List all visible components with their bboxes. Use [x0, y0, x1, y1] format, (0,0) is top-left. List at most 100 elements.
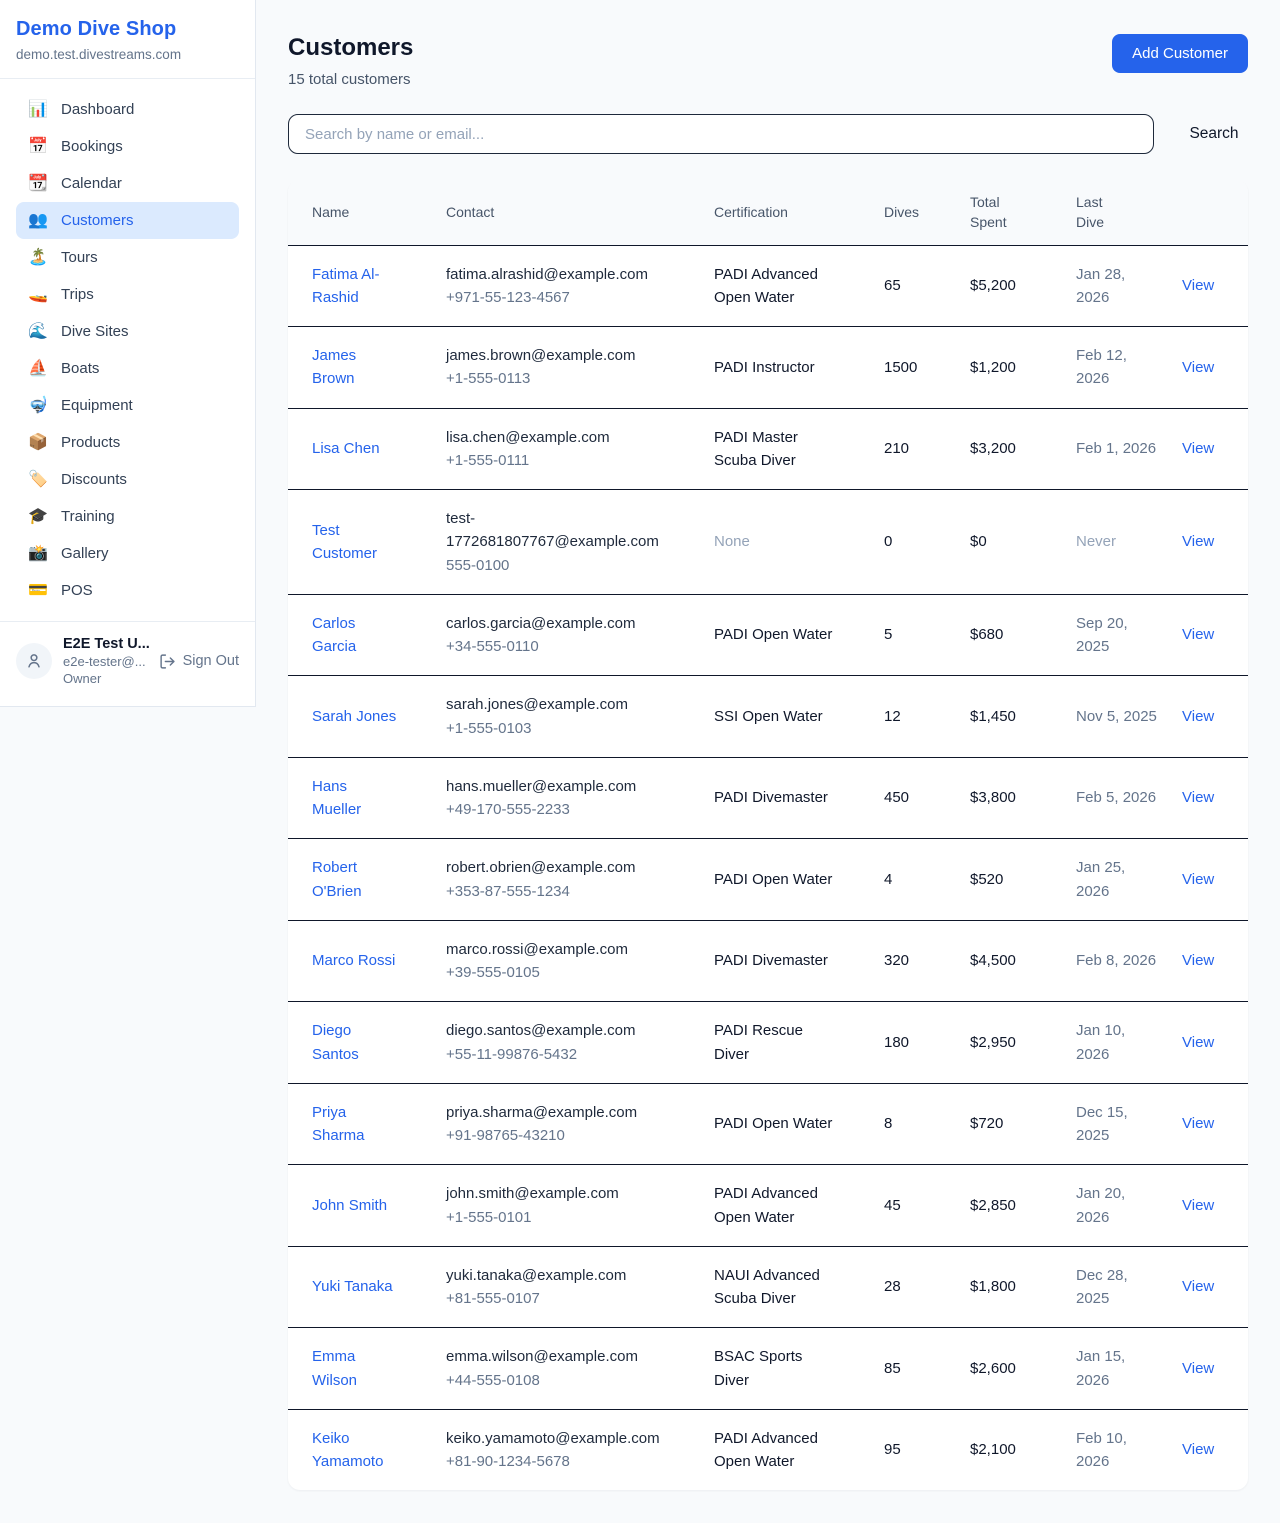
sidebar-item-label: Dashboard [61, 101, 134, 118]
sidebar-item-customers[interactable]: 👥Customers [16, 202, 239, 239]
sidebar-item-boats[interactable]: ⛵Boats [16, 350, 239, 387]
view-link[interactable]: View [1182, 789, 1214, 806]
customer-phone: +81-555-0107 [446, 1287, 690, 1310]
sign-out-label: Sign Out [183, 653, 239, 669]
view-link[interactable]: View [1182, 626, 1214, 643]
customer-last-dive: Feb 5, 2026 [1064, 757, 1170, 839]
shop-domain: demo.test.divestreams.com [16, 47, 239, 62]
table-row: Emma Wilson emma.wilson@example.com +44-… [288, 1328, 1248, 1410]
sidebar-item-pos[interactable]: 💳POS [16, 572, 239, 609]
sidebar-item-products[interactable]: 📦Products [16, 424, 239, 461]
customer-dives: 8 [872, 1083, 958, 1165]
sidebar-item-training[interactable]: 🎓Training [16, 498, 239, 535]
view-link[interactable]: View [1182, 533, 1214, 550]
customer-last-dive: Jan 25, 2026 [1064, 839, 1170, 921]
customer-total-spent: $720 [958, 1083, 1064, 1165]
customer-phone: +34-555-0110 [446, 635, 690, 658]
customer-name-link[interactable]: Lisa Chen [312, 437, 380, 460]
customer-certification: BSAC Sports Diver [714, 1345, 838, 1392]
user-info: E2E Test U... e2e-tester@... Owner [63, 636, 148, 686]
table-row: Test Customer test-1772681807767@example… [288, 490, 1248, 595]
view-link[interactable]: View [1182, 359, 1214, 376]
customer-certification: PADI Divemaster [714, 786, 828, 809]
customer-name-link[interactable]: Robert O'Brien [312, 856, 398, 903]
sidebar-item-label: POS [61, 582, 93, 599]
view-link[interactable]: View [1182, 1197, 1214, 1214]
customer-phone: +81-90-1234-5678 [446, 1450, 690, 1473]
customer-dives: 12 [872, 676, 958, 758]
customers-table: Name Contact Certification Dives Total S… [288, 180, 1248, 1490]
customer-phone: +1-555-0111 [446, 449, 690, 472]
sidebar-item-tours[interactable]: 🏝️Tours [16, 239, 239, 276]
customer-name-link[interactable]: Keiko Yamamoto [312, 1427, 398, 1474]
sidebar-item-label: Bookings [61, 138, 123, 155]
customer-name-link[interactable]: Hans Mueller [312, 775, 398, 822]
customer-count: 15 total customers [288, 71, 413, 88]
speedboat-icon: 🚤 [28, 287, 48, 303]
customer-email: test-1772681807767@example.com [446, 507, 666, 554]
sidebar-item-dashboard[interactable]: 📊Dashboard [16, 91, 239, 128]
customer-total-spent: $5,200 [958, 245, 1064, 327]
customer-name-link[interactable]: Test Customer [312, 519, 398, 566]
customer-certification: NAUI Advanced Scuba Diver [714, 1264, 838, 1311]
customer-name-link[interactable]: Diego Santos [312, 1019, 398, 1066]
customer-email: fatima.alrashid@example.com [446, 263, 666, 286]
view-link[interactable]: View [1182, 871, 1214, 888]
customer-phone: +1-555-0101 [446, 1206, 690, 1229]
view-link[interactable]: View [1182, 277, 1214, 294]
customer-dives: 320 [872, 920, 958, 1002]
customer-name-link[interactable]: Fatima Al-Rashid [312, 263, 398, 310]
sidebar-item-equipment[interactable]: 🤿Equipment [16, 387, 239, 424]
customer-last-dive: Dec 28, 2025 [1064, 1246, 1170, 1328]
customer-total-spent: $3,800 [958, 757, 1064, 839]
customer-certification: PADI Advanced Open Water [714, 1182, 838, 1229]
add-customer-button[interactable]: Add Customer [1112, 34, 1248, 73]
sidebar-item-dive-sites[interactable]: 🌊Dive Sites [16, 313, 239, 350]
customer-last-dive: Jan 10, 2026 [1064, 1002, 1170, 1084]
customer-dives: 450 [872, 757, 958, 839]
view-link[interactable]: View [1182, 1360, 1214, 1377]
sidebar-item-label: Dive Sites [61, 323, 129, 340]
sidebar-item-bookings[interactable]: 📅Bookings [16, 128, 239, 165]
customer-name-link[interactable]: Carlos Garcia [312, 612, 398, 659]
sidebar-item-discounts[interactable]: 🏷️Discounts [16, 461, 239, 498]
customer-email: emma.wilson@example.com [446, 1345, 666, 1368]
view-link[interactable]: View [1182, 1441, 1214, 1458]
search-input[interactable] [288, 114, 1154, 154]
view-link[interactable]: View [1182, 708, 1214, 725]
customer-name-link[interactable]: John Smith [312, 1194, 387, 1217]
sidebar-item-gallery[interactable]: 📸Gallery [16, 535, 239, 572]
customer-name-link[interactable]: Emma Wilson [312, 1345, 398, 1392]
view-link[interactable]: View [1182, 440, 1214, 457]
table-row: John Smith john.smith@example.com +1-555… [288, 1165, 1248, 1247]
customer-last-dive: Feb 1, 2026 [1064, 408, 1170, 490]
customer-name-link[interactable]: Marco Rossi [312, 949, 395, 972]
sidebar-item-label: Equipment [61, 397, 133, 414]
view-link[interactable]: View [1182, 1278, 1214, 1295]
customer-name-link[interactable]: Priya Sharma [312, 1101, 398, 1148]
customer-name-link[interactable]: James Brown [312, 344, 398, 391]
customer-certification: PADI Instructor [714, 356, 815, 379]
customer-dives: 210 [872, 408, 958, 490]
sidebar-item-trips[interactable]: 🚤Trips [16, 276, 239, 313]
column-header-dives: Dives [872, 180, 958, 245]
customer-name-link[interactable]: Sarah Jones [312, 705, 396, 728]
package-icon: 📦 [28, 435, 48, 451]
customer-last-dive: Feb 8, 2026 [1064, 920, 1170, 1002]
customer-name-link[interactable]: Yuki Tanaka [312, 1275, 393, 1298]
view-link[interactable]: View [1182, 1034, 1214, 1051]
sidebar-item-label: Gallery [61, 545, 109, 562]
customer-phone: +353-87-555-1234 [446, 880, 690, 903]
customer-dives: 95 [872, 1409, 958, 1490]
sign-out-button[interactable]: Sign Out [159, 653, 239, 670]
customer-email: marco.rossi@example.com [446, 938, 666, 961]
view-link[interactable]: View [1182, 952, 1214, 969]
customer-phone: 555-0100 [446, 554, 690, 577]
table-row: Lisa Chen lisa.chen@example.com +1-555-0… [288, 408, 1248, 490]
search-button[interactable]: Search [1180, 125, 1248, 143]
view-link[interactable]: View [1182, 1115, 1214, 1132]
column-header-contact: Contact [434, 180, 702, 245]
sidebar-item-calendar[interactable]: 📆Calendar [16, 165, 239, 202]
table-header-row: Name Contact Certification Dives Total S… [288, 180, 1248, 245]
customer-total-spent: $4,500 [958, 920, 1064, 1002]
